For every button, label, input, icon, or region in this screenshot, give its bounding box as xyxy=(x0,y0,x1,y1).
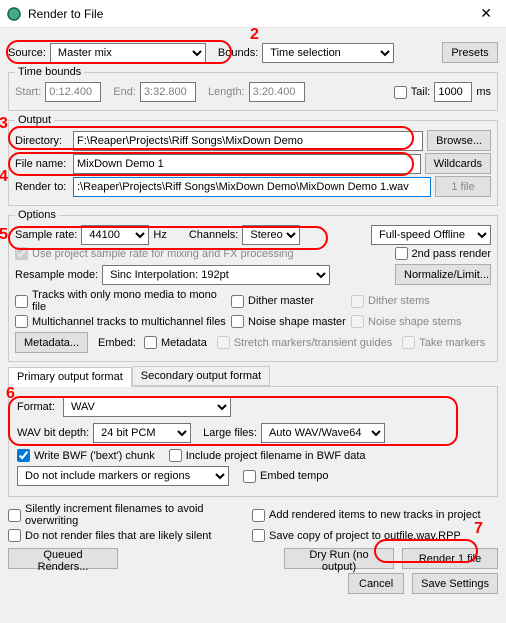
channels-select[interactable]: Stereo xyxy=(242,225,300,245)
samplerate-select[interactable]: 44100 xyxy=(81,225,149,245)
tab-secondary[interactable]: Secondary output format xyxy=(132,366,270,386)
addrendered-checkbox[interactable] xyxy=(252,509,265,522)
writebwf-checkbox[interactable] xyxy=(17,449,30,462)
metadata-button[interactable]: Metadata... xyxy=(15,332,88,353)
source-label: Source: xyxy=(8,47,46,59)
options-legend: Options xyxy=(15,209,59,221)
length-label: Length: xyxy=(208,86,245,98)
presets-button[interactable]: Presets xyxy=(442,42,498,63)
format-label: Format: xyxy=(17,401,59,413)
output-group: Output Directory: Browse... File name: W… xyxy=(8,114,498,206)
resample-label: Resample mode: xyxy=(15,269,98,281)
annot-3: 3 xyxy=(0,115,8,133)
takemarkers-checkbox xyxy=(402,336,415,349)
normalize-button[interactable]: Normalize/Limit... xyxy=(395,264,491,285)
timebounds-legend: Time bounds xyxy=(15,66,84,78)
renderto-label: Render to: xyxy=(15,181,69,193)
stretchmarkers-checkbox xyxy=(217,336,230,349)
embed-metadata-checkbox[interactable] xyxy=(144,336,157,349)
source-select[interactable]: Master mix xyxy=(50,43,206,63)
markers-select[interactable]: Do not include markers or regions xyxy=(17,466,229,486)
channels-label: Channels: xyxy=(189,229,239,241)
annot-4: 4 xyxy=(0,168,8,186)
annot-5: 5 xyxy=(0,226,8,244)
format-select[interactable]: WAV xyxy=(63,397,231,417)
donotrendersilent-checkbox[interactable] xyxy=(8,529,21,542)
includeproj-checkbox[interactable] xyxy=(169,449,182,462)
monotracks-checkbox[interactable] xyxy=(15,295,28,308)
filename-label: File name: xyxy=(15,158,69,170)
window-title: Render to File xyxy=(28,7,474,21)
renderto-field[interactable] xyxy=(73,177,431,197)
output-legend: Output xyxy=(15,114,54,126)
savecopy-checkbox[interactable] xyxy=(252,529,265,542)
resample-select[interactable]: Sinc Interpolation: 192pt xyxy=(102,265,330,285)
embed-label: Embed: xyxy=(98,337,136,349)
bounds-select[interactable]: Time selection xyxy=(262,43,394,63)
queued-renders-button[interactable]: Queued Renders... xyxy=(8,548,118,569)
onefile-button[interactable]: 1 file xyxy=(435,176,491,197)
secondpass-checkbox[interactable] xyxy=(395,247,408,260)
tail-checkbox[interactable] xyxy=(394,86,407,99)
largefiles-select[interactable]: Auto WAV/Wave64 xyxy=(261,423,385,443)
wildcards-button[interactable]: Wildcards xyxy=(425,153,491,174)
bitdepth-select[interactable]: 24 bit PCM xyxy=(93,423,191,443)
ms-label: ms xyxy=(476,86,491,98)
length-field[interactable] xyxy=(249,82,305,102)
close-icon[interactable]: ✕ xyxy=(474,3,498,24)
filename-field[interactable] xyxy=(73,154,421,174)
start-label: Start: xyxy=(15,86,41,98)
bounds-label: Bounds: xyxy=(218,47,258,59)
tail-field[interactable] xyxy=(434,82,472,102)
largefiles-label: Large files: xyxy=(203,427,257,439)
bitdepth-label: WAV bit depth: xyxy=(17,427,89,439)
noisemaster-checkbox[interactable] xyxy=(231,315,244,328)
ditherstems-checkbox xyxy=(351,295,364,308)
end-field[interactable] xyxy=(140,82,196,102)
fullspeed-select[interactable]: Full-speed Offline xyxy=(371,225,491,245)
directory-field[interactable] xyxy=(73,131,423,151)
save-settings-button[interactable]: Save Settings xyxy=(412,573,498,594)
dithermaster-checkbox[interactable] xyxy=(231,295,244,308)
render-button[interactable]: Render 1 file xyxy=(402,548,498,569)
noisestems-checkbox xyxy=(351,315,364,328)
dryrun-button[interactable]: Dry Run (no output) xyxy=(284,548,394,569)
useproject-checkbox xyxy=(15,247,28,260)
directory-label: Directory: xyxy=(15,135,69,147)
silentinc-checkbox[interactable] xyxy=(8,509,21,522)
start-field[interactable] xyxy=(45,82,101,102)
tab-primary[interactable]: Primary output format xyxy=(8,367,132,387)
secondpass-label: 2nd pass render xyxy=(412,248,492,260)
embedtempo-checkbox[interactable] xyxy=(243,470,256,483)
samplerate-label: Sample rate: xyxy=(15,229,77,241)
options-group: Options Sample rate: 44100 Hz Channels: … xyxy=(8,209,498,362)
timebounds-group: Time bounds Start: End: Length: Tail: ms xyxy=(8,66,498,111)
app-icon xyxy=(6,6,22,22)
format-pane: Format: WAV WAV bit depth: 24 bit PCM La… xyxy=(8,387,498,497)
hz-label: Hz xyxy=(153,229,166,241)
tail-label: Tail: xyxy=(411,86,431,98)
cancel-button[interactable]: Cancel xyxy=(348,573,404,594)
browse-button[interactable]: Browse... xyxy=(427,130,491,151)
useproject-label: Use project sample rate for mixing and F… xyxy=(32,248,294,260)
end-label: End: xyxy=(113,86,136,98)
multichannel-checkbox[interactable] xyxy=(15,315,28,328)
